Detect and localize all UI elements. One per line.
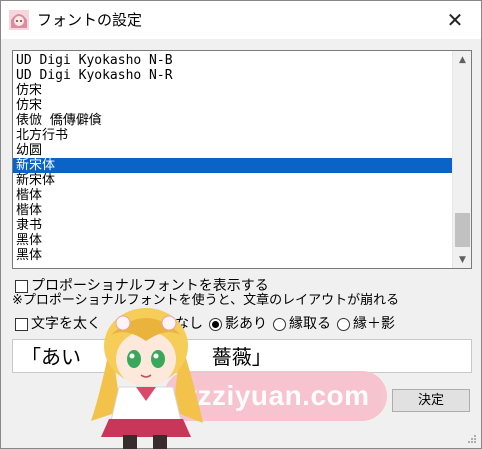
font-list-item[interactable]: 新宋体 xyxy=(13,173,452,188)
scroll-down-button[interactable]: ▼ xyxy=(453,251,471,268)
font-list-item[interactable]: 楷体 xyxy=(13,188,452,203)
shadow-on-label: 影あり xyxy=(225,316,267,332)
font-list-item[interactable]: 仿宋 xyxy=(13,83,452,98)
ok-button[interactable]: 決定 xyxy=(392,389,470,412)
scrollbar-thumb[interactable] xyxy=(455,213,470,247)
font-list-item[interactable]: 黑体 xyxy=(13,233,452,248)
title-bar: フォントの設定 ✕ xyxy=(1,1,481,39)
font-list-item[interactable]: 隶书 xyxy=(13,218,452,233)
font-list-item[interactable]: UD Digi Kyokasho N-B xyxy=(13,53,452,68)
close-button[interactable]: ✕ xyxy=(437,5,473,35)
close-icon: ✕ xyxy=(446,8,464,32)
font-list-item[interactable]: 幼圆 xyxy=(13,143,452,158)
font-list-items: UD Digi Kyokasho N-B UD Digi Kyokasho N-R… xyxy=(13,53,452,263)
font-list-item[interactable]: 黑体 xyxy=(13,248,452,263)
resize-grip-icon[interactable] xyxy=(467,434,477,444)
font-list-item[interactable]: 楷体 xyxy=(13,203,452,218)
chevron-down-icon: ▼ xyxy=(459,254,466,265)
font-list-item[interactable]: 仿宋 xyxy=(13,98,452,113)
outline-label: 縁取る xyxy=(289,316,331,332)
window-title: フォントの設定 xyxy=(37,11,143,29)
proportional-checkbox-box[interactable] xyxy=(15,279,28,293)
font-listbox[interactable]: UD Digi Kyokasho N-B UD Digi Kyokasho N-R… xyxy=(12,50,472,269)
preview-text-end: 薔薇」 xyxy=(211,345,272,369)
scroll-up-button[interactable]: ▲ xyxy=(453,51,471,68)
anime-mascot-image xyxy=(91,308,203,449)
font-settings-window: フォントの設定 ✕ UD Digi Kyokasho N-B UD Digi Ky… xyxy=(0,0,482,449)
font-list-item[interactable]: 新宋体 xyxy=(13,158,452,173)
anime-avatar-icon xyxy=(9,10,29,30)
chevron-up-icon: ▲ xyxy=(459,54,466,65)
vertical-scrollbar[interactable]: ▲ ▼ xyxy=(452,51,471,268)
font-list-item[interactable]: 俵倣 僑傳僻僋 xyxy=(13,113,452,128)
font-list-item[interactable]: UD Digi Kyokasho N-R xyxy=(13,68,452,83)
bold-checkbox[interactable] xyxy=(15,317,28,331)
preview-text-start: 「あい xyxy=(21,345,81,369)
radio-outline-shadow[interactable] xyxy=(337,317,350,331)
radio-outline[interactable] xyxy=(273,317,286,331)
font-list-item[interactable]: 北方行书 xyxy=(13,128,452,143)
outline-shadow-label: 縁＋影 xyxy=(353,316,395,332)
